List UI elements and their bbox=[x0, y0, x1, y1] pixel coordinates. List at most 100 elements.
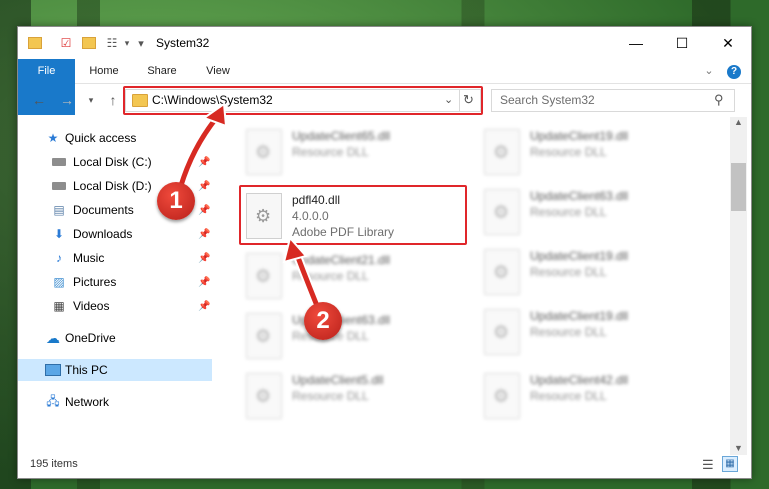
list-item[interactable]: UpdateClient19.dll Resource DLL bbox=[476, 243, 706, 299]
dll-file-icon bbox=[484, 129, 520, 175]
search-icon[interactable]: ⚲ bbox=[714, 92, 724, 108]
star-icon: ★ bbox=[47, 131, 59, 145]
file-type: Resource DLL bbox=[530, 265, 607, 279]
file-name: UpdateClient19.dll bbox=[530, 309, 629, 323]
pin-icon[interactable]: 📌 bbox=[198, 277, 210, 288]
file-name: UpdateClient21.dll bbox=[292, 253, 391, 267]
help-icon[interactable]: ? bbox=[726, 59, 742, 83]
file-type: Resource DLL bbox=[292, 389, 369, 403]
sidebar-item-quick-access[interactable]: ★ Quick access bbox=[18, 127, 212, 149]
status-bar: 195 items ☰ ▦ bbox=[18, 455, 751, 477]
back-arrow-icon[interactable]: ← bbox=[30, 92, 48, 108]
cloud-icon: ☁ bbox=[46, 329, 60, 346]
file-type: Resource DLL bbox=[292, 269, 369, 283]
sidebar-item-pictures[interactable]: ▨ Pictures 📌 bbox=[18, 271, 212, 293]
tab-share[interactable]: Share bbox=[140, 59, 184, 83]
drive-icon bbox=[51, 155, 67, 169]
file-name: UpdateClient19.dll bbox=[530, 249, 629, 263]
close-button[interactable]: ✕ bbox=[705, 27, 751, 59]
file-explorer-window: ☑ ☷ ▾ ▾ System32 — ☐ ✕ File Home Share V… bbox=[17, 26, 752, 479]
file-list: UpdateClient65.dll Resource DLL pdfl40.d… bbox=[214, 117, 729, 455]
list-item[interactable]: UpdateClient63.dll Resource DLL bbox=[476, 183, 706, 239]
network-icon: 🖧 bbox=[46, 393, 60, 408]
list-item[interactable]: UpdateClient63.dll Resource DLL bbox=[238, 307, 468, 363]
dll-file-icon bbox=[484, 189, 520, 235]
folder-icon bbox=[28, 35, 42, 51]
pictures-icon: ▨ bbox=[53, 275, 65, 289]
navigation-bar: ← → ▾ ↑ C:\Windows\System32 ⌄ ↻ Search S… bbox=[18, 84, 751, 116]
pin-icon[interactable]: 📌 bbox=[198, 229, 210, 240]
file-name: UpdateClient19.dll bbox=[530, 129, 629, 143]
list-item[interactable]: UpdateClient42.dll Resource DLL bbox=[476, 367, 706, 423]
sidebar-item-label: Pictures bbox=[73, 275, 117, 289]
scroll-down-icon[interactable]: ▼ bbox=[734, 443, 743, 453]
address-bar[interactable]: C:\Windows\System32 ⌄ ↻ bbox=[125, 89, 481, 112]
new-folder-icon[interactable] bbox=[82, 35, 96, 51]
sidebar-item-label: Local Disk (C:) bbox=[73, 155, 152, 169]
sidebar-item-local-disk-c[interactable]: Local Disk (C:) 📌 bbox=[18, 151, 212, 173]
file-type: Resource DLL bbox=[530, 205, 607, 219]
navigation-pane: ★ Quick access Local Disk (C:) 📌 Local D… bbox=[18, 117, 212, 455]
item-count: 195 items bbox=[30, 458, 78, 470]
sidebar-item-videos[interactable]: ▦ Videos 📌 bbox=[18, 295, 212, 317]
pin-icon[interactable]: 📌 bbox=[198, 157, 210, 168]
dll-file-icon bbox=[484, 249, 520, 295]
file-highlight-box bbox=[239, 185, 467, 245]
sidebar-item-label: Music bbox=[73, 251, 105, 265]
properties-icon[interactable]: ☑ bbox=[58, 35, 74, 51]
sidebar-item-onedrive[interactable]: ☁ OneDrive bbox=[18, 327, 212, 349]
folder-icon bbox=[132, 94, 148, 107]
qat-dropdown-icon[interactable]: ▾ bbox=[134, 35, 148, 51]
minimize-button[interactable]: — bbox=[613, 27, 659, 59]
address-path[interactable]: C:\Windows\System32 bbox=[152, 93, 273, 107]
dll-file-icon bbox=[246, 253, 282, 299]
forward-arrow-icon[interactable]: → bbox=[58, 92, 76, 108]
pin-icon[interactable]: 📌 bbox=[198, 205, 210, 216]
maximize-button[interactable]: ☐ bbox=[659, 27, 705, 59]
sidebar-item-this-pc[interactable]: This PC bbox=[18, 359, 212, 381]
chevron-down-icon[interactable]: ▾ bbox=[122, 35, 132, 51]
list-item[interactable]: UpdateClient21.dll Resource DLL bbox=[238, 247, 468, 303]
music-icon: ♪ bbox=[56, 251, 62, 265]
chevron-down-icon[interactable]: ⌄ bbox=[444, 93, 453, 106]
vertical-scrollbar[interactable]: ▲ ▼ bbox=[730, 117, 747, 455]
details-view-icon[interactable]: ☰ bbox=[702, 457, 714, 473]
drive-icon bbox=[51, 179, 67, 193]
sidebar-item-label: Local Disk (D:) bbox=[73, 179, 152, 193]
list-item[interactable]: UpdateClient5.dll Resource DLL bbox=[238, 367, 468, 423]
customize-qat-icon[interactable]: ☷ bbox=[104, 35, 120, 51]
file-type: Resource DLL bbox=[292, 145, 369, 159]
sidebar-item-label: Downloads bbox=[73, 227, 133, 241]
expand-ribbon-icon[interactable]: ⌄ bbox=[702, 59, 716, 83]
scrollbar-thumb[interactable] bbox=[731, 163, 746, 211]
scroll-up-icon[interactable]: ▲ bbox=[734, 117, 743, 127]
sidebar-item-network[interactable]: 🖧 Network bbox=[18, 391, 212, 413]
dll-file-icon bbox=[246, 373, 282, 419]
dll-file-icon bbox=[484, 309, 520, 355]
ribbon-tabs: File Home Share View ⌄ ? bbox=[18, 59, 751, 115]
list-item[interactable]: UpdateClient19.dll Resource DLL bbox=[476, 123, 706, 179]
sidebar-item-label: Documents bbox=[73, 203, 134, 217]
pin-icon[interactable]: 📌 bbox=[198, 181, 210, 192]
sidebar-item-music[interactable]: ♪ Music 📌 bbox=[18, 247, 212, 269]
dll-file-icon bbox=[246, 129, 282, 175]
large-icons-view-icon[interactable]: ▦ bbox=[722, 456, 738, 472]
sidebar-item-downloads[interactable]: ⬇ Downloads 📌 bbox=[18, 223, 212, 245]
tab-view[interactable]: View bbox=[196, 59, 240, 83]
up-arrow-icon[interactable]: ↑ bbox=[104, 92, 122, 108]
recent-locations-icon[interactable]: ▾ bbox=[82, 92, 100, 108]
step-marker-2: 2 bbox=[304, 302, 342, 340]
pin-icon[interactable]: 📌 bbox=[198, 301, 210, 312]
refresh-icon[interactable]: ↻ bbox=[463, 92, 474, 108]
list-item[interactable]: UpdateClient19.dll Resource DLL bbox=[476, 303, 706, 359]
divider bbox=[459, 90, 460, 111]
list-item[interactable]: UpdateClient65.dll Resource DLL bbox=[238, 123, 468, 179]
downloads-icon: ⬇ bbox=[53, 227, 65, 241]
pin-icon[interactable]: 📌 bbox=[198, 253, 210, 264]
file-name: UpdateClient63.dll bbox=[530, 189, 629, 203]
search-input[interactable]: Search System32 ⚲ bbox=[491, 89, 735, 112]
file-type: Resource DLL bbox=[530, 325, 607, 339]
step-marker-1: 1 bbox=[157, 182, 195, 220]
tab-home[interactable]: Home bbox=[82, 59, 126, 83]
sidebar-item-label: Network bbox=[65, 395, 110, 409]
